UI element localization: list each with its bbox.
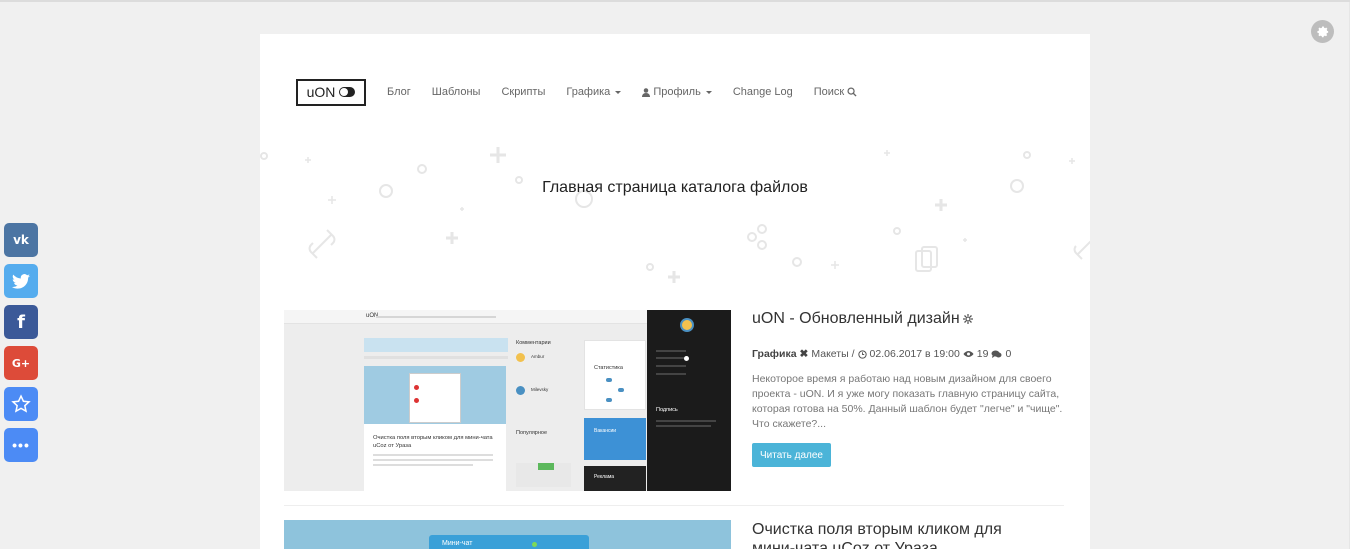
search-icon (847, 87, 857, 97)
twitter-icon (12, 273, 30, 289)
thumb-subscribe-title: Подпись (656, 407, 678, 413)
site-logo[interactable]: uON (296, 78, 366, 106)
thumb-stats-title: Статистика (594, 365, 623, 371)
nav-item-templates[interactable]: Шаблоны (432, 86, 481, 98)
thumb-chat-title: Мини-чат (442, 540, 473, 547)
post-excerpt: Некоторое время я работаю над новым диза… (752, 373, 1063, 430)
share-googleplus-button[interactable]: G+ (4, 346, 38, 380)
googleplus-icon: G+ (11, 356, 31, 370)
nav-item-profile-label: Профиль (653, 86, 701, 98)
share-favorite-button[interactable] (4, 387, 38, 421)
post-views: 19 (976, 348, 989, 360)
vk-icon: vk (13, 233, 29, 247)
post-category[interactable]: Графика (752, 348, 797, 360)
hero-decoration-pattern (260, 147, 1090, 283)
post-date: 02.06.2017 в 19:00 (869, 348, 960, 360)
thumb-ad-title: Реклама (594, 474, 615, 480)
nav-item-graphics-label: Графика (566, 86, 611, 98)
caret-down-icon (615, 90, 622, 94)
post-title[interactable]: uON - Обновленный дизайн (752, 310, 974, 328)
share-more-button[interactable]: ••• (4, 428, 38, 462)
nav-item-search[interactable]: Поиск (814, 86, 857, 98)
post-divider (284, 505, 1064, 506)
share-twitter-button[interactable] (4, 264, 38, 298)
gear-icon (962, 314, 973, 324)
gear-icon (1317, 26, 1329, 38)
share-bar: vk f G+ ••• (4, 223, 38, 469)
thumb-card-title: Очистка поля вторым кликом для мини-чата… (373, 435, 493, 449)
times-icon: ✖ (799, 348, 809, 360)
window-top-border (0, 0, 1350, 2)
thumb-comment-author: Ambur (531, 354, 545, 359)
page-card: uON Блог Шаблоны Скрипты Графика Профиль… (260, 34, 1090, 549)
post-title-text: uON - Обновленный дизайн (752, 310, 960, 327)
user-icon (642, 87, 651, 97)
post-title-line: Очистка поля вторым кликом для (752, 521, 1002, 538)
nav-item-search-label: Поиск (813, 86, 845, 98)
nav-item-profile[interactable]: Профиль (642, 86, 712, 98)
eye-icon (963, 351, 974, 357)
comments-icon (991, 350, 1002, 358)
share-vk-button[interactable]: vk (4, 223, 38, 257)
logo-text: uON (306, 84, 336, 100)
page-title: Главная страница каталога файлов (542, 179, 808, 196)
hero-section: Главная страница каталога файлов (260, 134, 1090, 294)
post-title[interactable]: Очистка поля вторым кликом для мини-чата… (752, 520, 1002, 549)
post-title-line: мини-чата uCoz от Уразa (752, 540, 938, 549)
thumb-popular-title: Популярное (516, 430, 548, 436)
thumb-comments-title: Комментарии (516, 340, 551, 346)
meta-separator: / (851, 348, 855, 360)
post-comments-count: 0 (1005, 348, 1012, 360)
post-meta: Графика ✖ Макеты / 02.06.2017 в 19:00 19… (752, 348, 1011, 360)
thumb-banner-text: Вакансии (594, 428, 617, 434)
read-more-button[interactable]: Читать далее (752, 443, 831, 467)
facebook-icon: f (17, 311, 25, 333)
post-subcategory[interactable]: Макеты (811, 348, 848, 360)
main-navbar: uON Блог Шаблоны Скрипты Графика Профиль… (296, 78, 878, 106)
nav-item-changelog[interactable]: Change Log (733, 86, 793, 98)
thumb-comment-author: Milevsky (531, 387, 549, 392)
caret-down-icon (705, 90, 712, 94)
settings-button[interactable] (1311, 20, 1334, 43)
more-icon: ••• (12, 437, 30, 453)
toggle-icon (339, 87, 356, 97)
post-thumbnail[interactable]: Мини-чат (284, 520, 731, 549)
post-thumbnail[interactable]: uON Очистка поля вторым кликом для мини-… (284, 310, 731, 491)
star-icon (11, 394, 31, 413)
nav-item-blog[interactable]: Блог (387, 86, 411, 98)
nav-item-graphics[interactable]: Графика (566, 86, 622, 98)
nav-menu: Блог Шаблоны Скрипты Графика Профиль Cha… (387, 86, 878, 98)
clock-icon (857, 349, 867, 359)
nav-item-scripts[interactable]: Скрипты (501, 86, 545, 98)
share-facebook-button[interactable]: f (4, 305, 38, 339)
